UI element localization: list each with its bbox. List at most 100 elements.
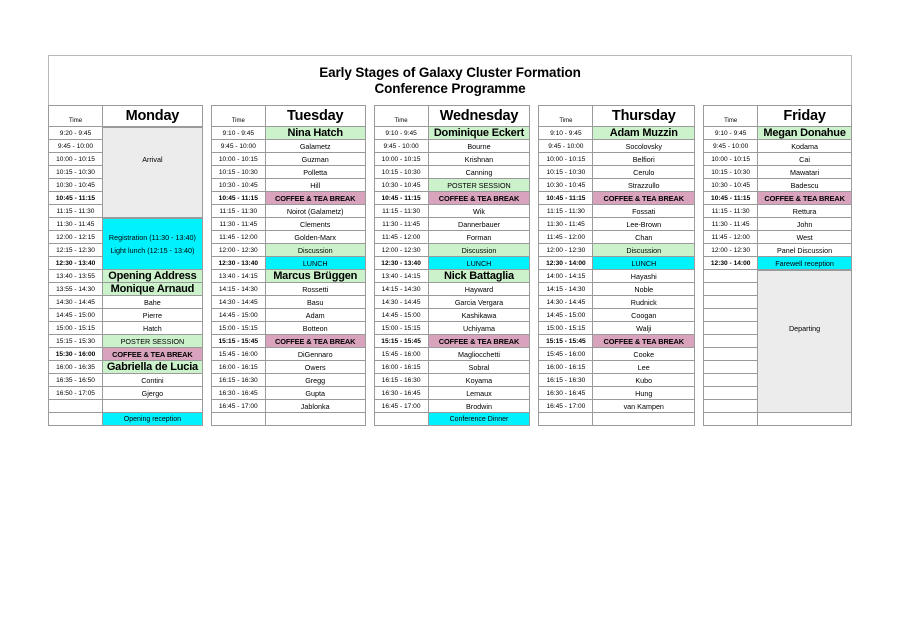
- schedule-row: 16:15 - 16:30 Kubo: [538, 374, 696, 387]
- time-slot-cell: 16:00 - 16:15: [373, 361, 428, 374]
- schedule-row: 15:00 - 15:15 Botteon: [210, 322, 366, 335]
- day-block-thursday: Time Thursday 9:10 - 9:45 Adam Muzzin 9:45 -…: [538, 105, 696, 426]
- reception-row: Opening reception: [48, 413, 203, 426]
- day-columns-container: Time Monday 9:20 - 9:45 9:45 - 10:00 10:00 -…: [48, 105, 852, 426]
- schedule-row: [703, 335, 852, 348]
- reception-row: [210, 413, 366, 426]
- schedule-row: 11:45 - 12:00 Forman: [373, 231, 531, 244]
- reception-time-spacer: [210, 413, 265, 426]
- session-cell: Nina Hatch: [264, 127, 366, 140]
- time-slot-cell: 16:50 - 17:05: [48, 387, 102, 400]
- session-cell: Gupta: [264, 387, 366, 400]
- schedule-row: 16:35 - 16:50 Contini: [48, 374, 203, 387]
- session-cell: Rudnick: [592, 296, 696, 309]
- session-cell: Chan: [592, 231, 696, 244]
- schedule-row: 14:45 - 15:00 Adam: [210, 309, 366, 322]
- session-cell: [757, 400, 852, 413]
- session-cell: COFFEE & TEA BREAK: [264, 192, 366, 205]
- time-slot-cell: 16:15 - 16:30: [538, 374, 593, 387]
- schedule-row: 10:30 - 10:45 Badescu: [703, 179, 852, 192]
- session-cell: Discussion: [427, 244, 531, 257]
- schedule-row: 11:45 - 12:00 Golden-Marx: [210, 231, 366, 244]
- schedule-row: 10:15 - 10:30 Cerulo: [538, 166, 696, 179]
- session-cell: Botteon: [264, 322, 366, 335]
- schedule-row: [703, 296, 852, 309]
- time-slot-cell: 9:45 - 10:00: [210, 140, 265, 153]
- time-slot-cell: 15:00 - 15:15: [538, 322, 593, 335]
- schedule-row: 14:00 - 14:15 Hayashi: [538, 270, 696, 283]
- time-slot-cell: 14:30 - 14:45: [48, 296, 102, 309]
- session-cell: Galametz: [264, 140, 366, 153]
- session-cell: Wik: [427, 205, 531, 218]
- session-cell: Gabriella de Lucia: [102, 361, 203, 374]
- session-cell: [102, 205, 203, 218]
- session-cell: [102, 192, 203, 205]
- schedule-row: 12:30 - 13:40: [48, 257, 203, 270]
- time-slot-cell: 10:00 - 10:15: [48, 153, 102, 166]
- time-slot-cell: 15:45 - 16:00: [538, 348, 593, 361]
- session-cell: Koyama: [427, 374, 531, 387]
- schedule-row: 13:40 - 14:15 Marcus Brüggen: [210, 270, 366, 283]
- programme-title-line-1: Early Stages of Galaxy Cluster Formation: [319, 65, 581, 80]
- time-slot-cell: 10:15 - 10:30: [703, 166, 758, 179]
- session-cell: Noble: [592, 283, 696, 296]
- session-cell: Strazzullo: [592, 179, 696, 192]
- time-slot-cell: 10:15 - 10:30: [373, 166, 428, 179]
- time-slot-cell: 14:45 - 15:00: [48, 309, 102, 322]
- schedule-row: 16:45 - 17:00 van Kampen: [538, 400, 696, 413]
- reception-row: [703, 413, 852, 426]
- schedule-row: 15:15 - 15:30 POSTER SESSION: [48, 335, 203, 348]
- session-cell: Sobral: [427, 361, 531, 374]
- schedule-row: 12:00 - 12:15 Registration (11:30 - 13:40…: [48, 231, 203, 244]
- session-cell: Lee-Brown: [592, 218, 696, 231]
- session-cell: COFFEE & TEA BREAK: [757, 192, 852, 205]
- time-slot-cell: 16:30 - 16:45: [373, 387, 428, 400]
- session-cell: [102, 140, 203, 153]
- time-slot-cell: [703, 283, 758, 296]
- schedule-row: 14:45 - 15:00 Kashikawa: [373, 309, 531, 322]
- schedule-row: 13:40 - 14:15 Nick Battaglia: [373, 270, 531, 283]
- session-cell: [102, 127, 203, 140]
- session-cell: Panel Discussion: [757, 244, 852, 257]
- schedule-row: 15:15 - 15:45 COFFEE & TEA BREAK: [538, 335, 696, 348]
- schedule-row: 14:15 - 14:30 Noble: [538, 283, 696, 296]
- schedule-row: 16:00 - 16:15 Sobral: [373, 361, 531, 374]
- schedule-row: 15:45 - 16:00 DiGennaro: [210, 348, 366, 361]
- schedule-row: 14:45 - 15:00 Coogan: [538, 309, 696, 322]
- schedule-row: 12:30 - 14:00 LUNCH: [538, 257, 696, 270]
- time-slot-cell: 10:15 - 10:30: [538, 166, 593, 179]
- time-slot-cell: 9:45 - 10:00: [538, 140, 593, 153]
- schedule-row: 14:30 - 14:45 Bahe: [48, 296, 203, 309]
- schedule-row: 10:15 - 10:30 Polletta: [210, 166, 366, 179]
- session-cell: COFFEE & TEA BREAK: [264, 335, 366, 348]
- schedule-row: [703, 387, 852, 400]
- session-cell: Kashikawa: [427, 309, 531, 322]
- time-slot-cell: 10:30 - 10:45: [538, 179, 593, 192]
- time-slot-cell: 11:15 - 11:30: [703, 205, 758, 218]
- schedule-row: 16:45 - 17:00 Brodwin: [373, 400, 531, 413]
- day-name-header-monday: Monday: [102, 105, 203, 127]
- reception-row: [538, 413, 696, 426]
- day-block-monday: Time Monday 9:20 - 9:45 9:45 - 10:00 10:00 -…: [48, 105, 203, 426]
- session-cell: Pierre: [102, 309, 203, 322]
- time-slot-cell: 12:30 - 13:40: [373, 257, 428, 270]
- time-slot-cell: 16:35 - 16:50: [48, 374, 102, 387]
- session-cell: [102, 218, 203, 231]
- session-cell: Hung: [592, 387, 696, 400]
- session-cell: Marcus Brüggen: [264, 270, 366, 283]
- session-cell: [757, 348, 852, 361]
- schedule-row: 16:00 - 16:15 Owers: [210, 361, 366, 374]
- time-slot-cell: 10:00 - 10:15: [538, 153, 593, 166]
- schedule-row: 10:00 - 10:15 Guzman: [210, 153, 366, 166]
- schedule-row: 11:15 - 11:30 Rettura: [703, 205, 852, 218]
- schedule-row: 14:15 - 14:30 Rossetti: [210, 283, 366, 296]
- time-slot-cell: 15:45 - 16:00: [373, 348, 428, 361]
- session-cell: Bahe: [102, 296, 203, 309]
- time-slot-cell: 11:45 - 12:00: [210, 231, 265, 244]
- schedule-row: 10:00 - 10:15 Krishnan: [373, 153, 531, 166]
- time-slot-cell: 15:00 - 15:15: [48, 322, 102, 335]
- session-cell: Belfiori: [592, 153, 696, 166]
- schedule-row: 15:15 - 15:45 COFFEE & TEA BREAK: [210, 335, 366, 348]
- reception-time-spacer: [373, 413, 428, 426]
- schedule-row: 12:00 - 12:30 Discussion: [210, 244, 366, 257]
